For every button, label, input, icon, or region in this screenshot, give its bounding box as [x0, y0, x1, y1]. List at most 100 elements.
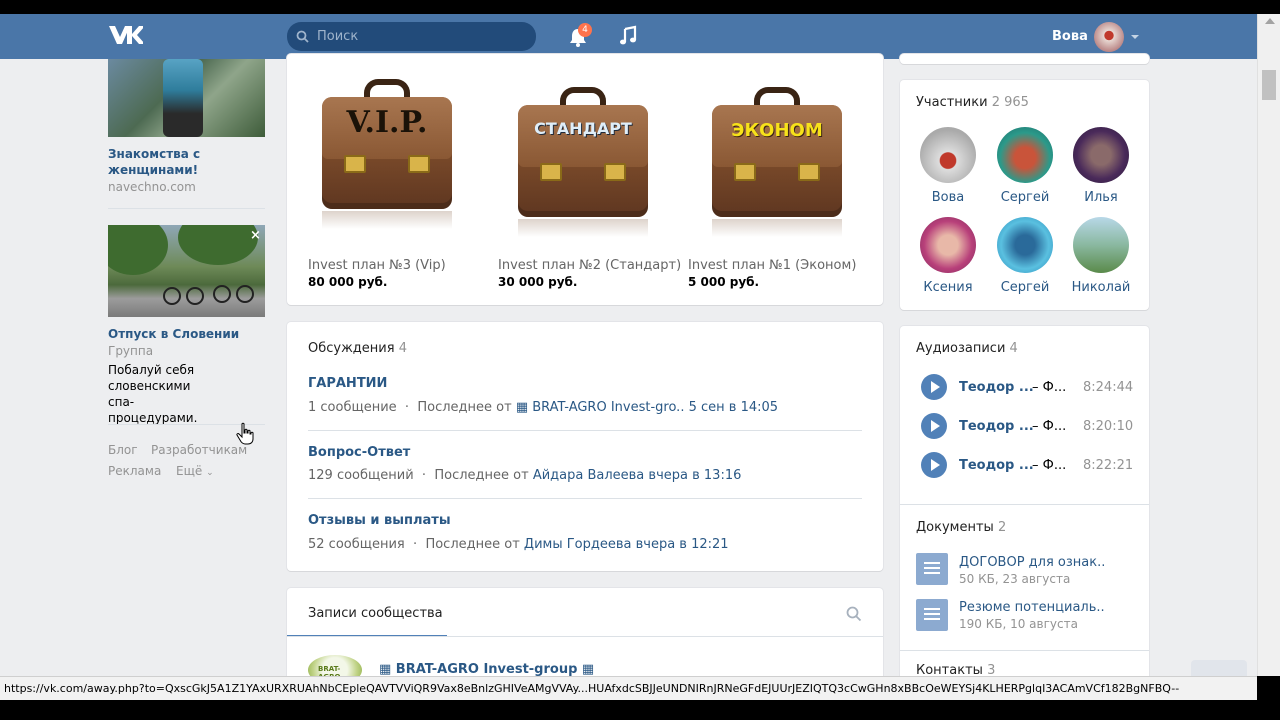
- divider: [308, 430, 862, 431]
- plan-name-vip[interactable]: Invest план №3 (Vip): [308, 258, 446, 273]
- documents-title[interactable]: Документы 2: [916, 520, 1006, 535]
- search-icon[interactable]: [846, 606, 862, 622]
- right-top-block: [900, 54, 1149, 64]
- play-icon[interactable]: [921, 413, 947, 439]
- topic-last-time[interactable]: вчера в 12:21: [636, 537, 729, 552]
- document-meta: 50 КБ, 23 августа: [959, 572, 1071, 586]
- member-name[interactable]: Вова: [908, 190, 988, 205]
- topic-last-author[interactable]: Айдара Валеева: [533, 468, 644, 483]
- audio-artist[interactable]: Теодор ...: [959, 380, 1034, 395]
- audio-artist[interactable]: Теодор ...: [959, 458, 1034, 473]
- topic-title[interactable]: Вопрос-Ответ: [308, 445, 410, 460]
- chevron-down-icon[interactable]: [1131, 35, 1139, 39]
- ad-title-slovenia[interactable]: Отпуск в Словении: [108, 326, 239, 342]
- topic-title[interactable]: Отзывы и выплаты: [308, 513, 451, 528]
- audio-title[interactable]: Аудиозаписи 4: [916, 341, 1018, 356]
- plan-price-vip: 80 000 руб.: [308, 275, 388, 289]
- audio-title[interactable]: – Ф...: [1032, 419, 1066, 434]
- member-avatar[interactable]: [920, 217, 976, 273]
- audio-title[interactable]: – Ф...: [1032, 458, 1066, 473]
- vk-logo[interactable]: [107, 24, 145, 50]
- bottom-frame: [0, 700, 1280, 720]
- topic-last-time[interactable]: 5 сен в 14:05: [689, 400, 778, 415]
- ad-title-dating[interactable]: Знакомства с женщинами!: [108, 146, 258, 178]
- topic-meta: 52 сообщения · Последнее от Димы Гордеев…: [308, 537, 729, 552]
- divider: [900, 650, 1149, 651]
- audio-artist[interactable]: Теодор ...: [959, 419, 1034, 434]
- hand-cursor-icon: [236, 422, 254, 445]
- divider: [900, 504, 1149, 505]
- scroll-to-top-button[interactable]: [1191, 660, 1247, 676]
- plan-label: V.I.P.: [346, 105, 428, 140]
- play-icon[interactable]: [921, 452, 947, 478]
- member-name[interactable]: Сергей: [985, 280, 1065, 295]
- ad-image-slovenia[interactable]: [108, 225, 265, 317]
- ad-image-dating[interactable]: [108, 59, 265, 137]
- member-avatar[interactable]: [997, 127, 1053, 183]
- document-icon[interactable]: [916, 599, 948, 631]
- footer-link-blog[interactable]: Блог: [108, 443, 138, 457]
- top-header: Поиск 4 Вова: [0, 14, 1257, 59]
- top-frame: [0, 0, 1280, 14]
- audio-title[interactable]: – Ф...: [1032, 380, 1066, 395]
- topic-meta: 129 сообщений · Последнее от Айдара Вале…: [308, 468, 742, 483]
- ad-text[interactable]: Побалуй себя словенскими спа-процедурами…: [108, 362, 218, 426]
- member-name[interactable]: Сергей: [985, 190, 1065, 205]
- scrollbar-thumb[interactable]: [1262, 70, 1276, 100]
- user-avatar[interactable]: [1094, 22, 1124, 52]
- member-avatar[interactable]: [920, 127, 976, 183]
- divider: [287, 636, 883, 637]
- vip-plan-image[interactable]: V.I.P.: [322, 79, 452, 229]
- search-field[interactable]: Поиск: [287, 22, 536, 51]
- scroll-up-icon[interactable]: [1265, 18, 1275, 24]
- contacts-title[interactable]: Контакты 3: [916, 663, 995, 676]
- search-placeholder: Поиск: [317, 29, 359, 44]
- vertical-scrollbar[interactable]: [1257, 14, 1280, 676]
- plan-name-standard[interactable]: Invest план №2 (Стандарт): [498, 258, 681, 273]
- topic-last-author[interactable]: Димы Гордеева: [524, 537, 632, 552]
- chevron-down-icon: ⌄: [206, 468, 214, 478]
- audio-duration: 8:22:21: [1083, 458, 1134, 473]
- close-icon[interactable]: ×: [250, 228, 261, 243]
- members-title[interactable]: Участники 2 965: [916, 95, 1029, 110]
- audio-duration: 8:24:44: [1083, 380, 1134, 395]
- page-viewport: Поиск 4 Вова Знакомства с женщинами! nav…: [0, 14, 1257, 676]
- standard-plan-image[interactable]: СТАНДАРТ: [518, 87, 648, 237]
- post-author[interactable]: ▦ BRAT-AGRO Invest-group ▦: [379, 662, 594, 676]
- member-avatar[interactable]: [997, 217, 1053, 273]
- plan-label: ЭКОНОМ: [731, 120, 823, 141]
- member-name[interactable]: Николай: [1061, 280, 1141, 295]
- document-icon[interactable]: [916, 553, 948, 585]
- plan-price-standard: 30 000 руб.: [498, 275, 578, 289]
- plan-label: СТАНДАРТ: [534, 119, 632, 138]
- audio-duration: 8:20:10: [1083, 419, 1134, 434]
- music-icon[interactable]: [618, 25, 638, 47]
- discussions-title[interactable]: Обсуждения 4: [308, 341, 407, 356]
- plan-name-economy[interactable]: Invest план №1 (Эконом): [688, 258, 856, 273]
- vk-logo-icon: [109, 26, 145, 44]
- divider: [108, 208, 265, 209]
- notification-badge: 4: [578, 23, 592, 37]
- document-name[interactable]: Резюме потенциаль..: [959, 600, 1105, 615]
- footer-link-ads[interactable]: Реклама: [108, 464, 161, 478]
- user-name[interactable]: Вова: [1052, 29, 1088, 44]
- member-name[interactable]: Ксения: [908, 280, 988, 295]
- topic-last-author[interactable]: ▦ BRAT-AGRO Invest-gro..: [516, 400, 685, 415]
- ad-domain[interactable]: navechno.com: [108, 180, 196, 194]
- topic-title[interactable]: ГАРАНТИИ: [308, 376, 387, 391]
- member-avatar[interactable]: [1073, 127, 1129, 183]
- ad-type: Группа: [108, 344, 154, 358]
- footer-link-more[interactable]: Ещё ⌄: [176, 464, 214, 478]
- document-name[interactable]: ДОГОВОР для ознак..: [959, 555, 1105, 570]
- member-avatar[interactable]: [1073, 217, 1129, 273]
- footer-link-dev[interactable]: Разработчикам: [151, 443, 247, 457]
- member-name[interactable]: Илья: [1061, 190, 1141, 205]
- economy-plan-image[interactable]: ЭКОНОМ: [712, 87, 842, 237]
- tab-community-posts[interactable]: Записи сообщества: [308, 606, 443, 621]
- browser-status-bar: https://vk.com/away.php?to=QxscGkJ5A1Z1Y…: [0, 676, 1257, 700]
- topic-meta: 1 сообщение · Последнее от ▦ BRAT-AGRO I…: [308, 400, 779, 415]
- document-meta: 190 КБ, 10 августа: [959, 617, 1078, 631]
- status-url: https://vk.com/away.php?to=QxscGkJ5A1Z1Y…: [4, 682, 1180, 695]
- topic-last-time[interactable]: вчера в 13:16: [648, 468, 741, 483]
- play-icon[interactable]: [921, 374, 947, 400]
